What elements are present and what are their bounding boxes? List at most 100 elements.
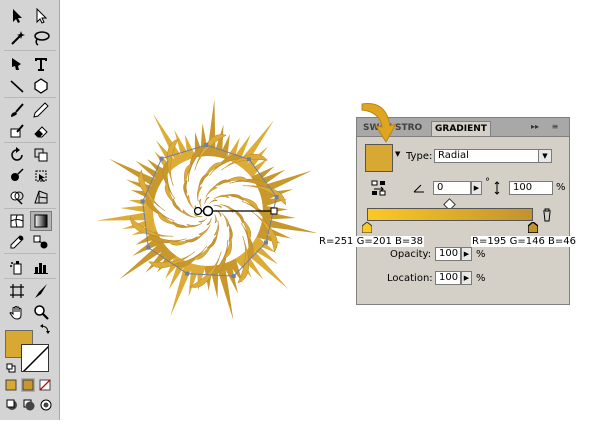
lasso-icon bbox=[34, 31, 50, 46]
flower-spike bbox=[225, 120, 274, 179]
warp-tool[interactable] bbox=[6, 166, 28, 186]
slice-tool[interactable] bbox=[30, 281, 52, 301]
paintbrush-tool[interactable] bbox=[6, 100, 28, 120]
location-dropdown-button[interactable]: ▶ bbox=[461, 271, 472, 285]
none-icon bbox=[39, 379, 51, 391]
gradient-tool[interactable] bbox=[30, 211, 52, 231]
aspect-ratio-input[interactable]: 100 bbox=[509, 181, 553, 195]
hand-icon bbox=[9, 306, 22, 320]
direct-selection-tool[interactable] bbox=[30, 6, 52, 26]
panel-menu-icon[interactable]: ≡ bbox=[549, 122, 561, 132]
gradient-mode-button[interactable] bbox=[21, 378, 35, 392]
selection-icon bbox=[13, 9, 22, 23]
scale-icon bbox=[34, 148, 48, 162]
free-transform-tool[interactable] bbox=[30, 166, 52, 186]
blob-brush-tool[interactable] bbox=[6, 121, 28, 141]
column-graph-tool[interactable] bbox=[30, 257, 52, 277]
blend-icon bbox=[33, 235, 48, 249]
eyedropper-icon bbox=[10, 235, 24, 249]
gradient-center-handle bbox=[202, 205, 214, 217]
shape-builder-icon bbox=[10, 191, 24, 205]
trash-icon bbox=[543, 208, 551, 222]
line-segment-tool[interactable] bbox=[6, 76, 28, 96]
free-transform-icon bbox=[35, 170, 47, 182]
gradient-type-select[interactable]: Radial ▼ bbox=[434, 149, 552, 163]
color-stop-right[interactable] bbox=[527, 221, 539, 234]
tools-panel bbox=[0, 0, 60, 420]
magic-wand-tool[interactable] bbox=[6, 28, 28, 48]
polygon-tool[interactable] bbox=[30, 76, 52, 96]
line-segment-icon bbox=[10, 80, 24, 93]
mesh-tool[interactable] bbox=[6, 211, 28, 231]
polygon-icon bbox=[34, 78, 48, 94]
blob-brush-icon bbox=[10, 124, 24, 138]
gradient-icon bbox=[34, 214, 48, 228]
anchor-point bbox=[204, 143, 209, 148]
type-tool[interactable] bbox=[30, 54, 52, 74]
flower-spike bbox=[204, 258, 243, 321]
draw-normal-button[interactable] bbox=[4, 397, 18, 411]
hand-tool[interactable] bbox=[6, 302, 28, 322]
anchor-point bbox=[231, 274, 236, 279]
shape-builder-tool[interactable] bbox=[6, 187, 28, 207]
opacity-input[interactable]: 100 bbox=[435, 247, 461, 261]
location-label: Location: bbox=[387, 273, 433, 284]
none-mode-button[interactable] bbox=[38, 378, 52, 392]
scale-tool[interactable] bbox=[30, 145, 52, 165]
draw-behind-icon bbox=[23, 399, 34, 410]
pen-icon bbox=[12, 58, 21, 70]
blend-tool[interactable] bbox=[30, 232, 52, 252]
slice-icon bbox=[35, 284, 47, 298]
rotate-icon bbox=[11, 147, 23, 161]
artboard-icon bbox=[10, 284, 24, 298]
stroke-color-swatch[interactable] bbox=[21, 344, 49, 372]
aspect-percent: % bbox=[556, 182, 566, 193]
gradient-swatch[interactable] bbox=[365, 144, 393, 172]
tab-gradient[interactable]: GRADIENT bbox=[431, 121, 491, 136]
reverse-gradient-button[interactable] bbox=[371, 180, 387, 196]
selection-tool[interactable] bbox=[6, 6, 28, 26]
opacity-dropdown-button[interactable]: ▶ bbox=[461, 247, 472, 261]
perspective-grid-tool[interactable] bbox=[30, 187, 52, 207]
gradient-slider-bar[interactable] bbox=[367, 208, 533, 221]
zoom-icon bbox=[34, 305, 49, 320]
symbol-sprayer-tool[interactable] bbox=[6, 257, 28, 277]
opacity-label: Opacity: bbox=[390, 249, 432, 260]
gradient-square-icon bbox=[22, 379, 34, 391]
color-stop-left[interactable] bbox=[361, 221, 373, 234]
angle-input[interactable]: 0 bbox=[433, 181, 471, 195]
opacity-percent: % bbox=[476, 249, 486, 260]
flower-spike bbox=[234, 235, 289, 290]
paintbrush-icon bbox=[11, 103, 24, 117]
type-icon bbox=[35, 58, 47, 71]
gradient-type-value: Radial bbox=[438, 150, 469, 161]
collapse-panel-icon[interactable]: ▸▸ bbox=[529, 122, 541, 132]
pencil-icon bbox=[33, 102, 49, 118]
delete-stop-button[interactable] bbox=[541, 208, 553, 222]
rotate-tool[interactable] bbox=[6, 145, 28, 165]
swap-arrow-icon bbox=[40, 324, 50, 334]
color-mode-button[interactable] bbox=[4, 378, 18, 392]
pen-tool[interactable] bbox=[6, 54, 28, 74]
lasso-tool[interactable] bbox=[30, 28, 52, 48]
magic-wand-icon bbox=[11, 31, 25, 45]
location-input[interactable]: 100 bbox=[435, 271, 461, 285]
left-stop-color-readout: R=251 G=201 B=38 bbox=[318, 236, 424, 247]
artboard-tool[interactable] bbox=[6, 281, 28, 301]
gradient-swatch-dropdown-icon[interactable]: ▼ bbox=[395, 150, 400, 158]
draw-behind-button[interactable] bbox=[21, 397, 35, 411]
angle-icon bbox=[413, 182, 425, 194]
flower-spike bbox=[119, 230, 177, 280]
none-swatch-icon bbox=[22, 345, 48, 371]
eyedropper-tool[interactable] bbox=[6, 232, 28, 252]
draw-inside-button[interactable] bbox=[38, 397, 52, 411]
zoom-tool[interactable] bbox=[30, 302, 52, 322]
eraser-icon bbox=[34, 126, 48, 138]
anchor-point bbox=[185, 271, 190, 276]
eraser-tool[interactable] bbox=[30, 121, 52, 141]
pencil-tool[interactable] bbox=[30, 100, 52, 120]
aspect-ratio-value: 100 bbox=[513, 182, 533, 193]
default-colors-button[interactable] bbox=[5, 362, 17, 374]
swap-fill-stroke-button[interactable] bbox=[38, 322, 52, 336]
angle-dropdown-button[interactable]: ▶ bbox=[471, 181, 482, 195]
